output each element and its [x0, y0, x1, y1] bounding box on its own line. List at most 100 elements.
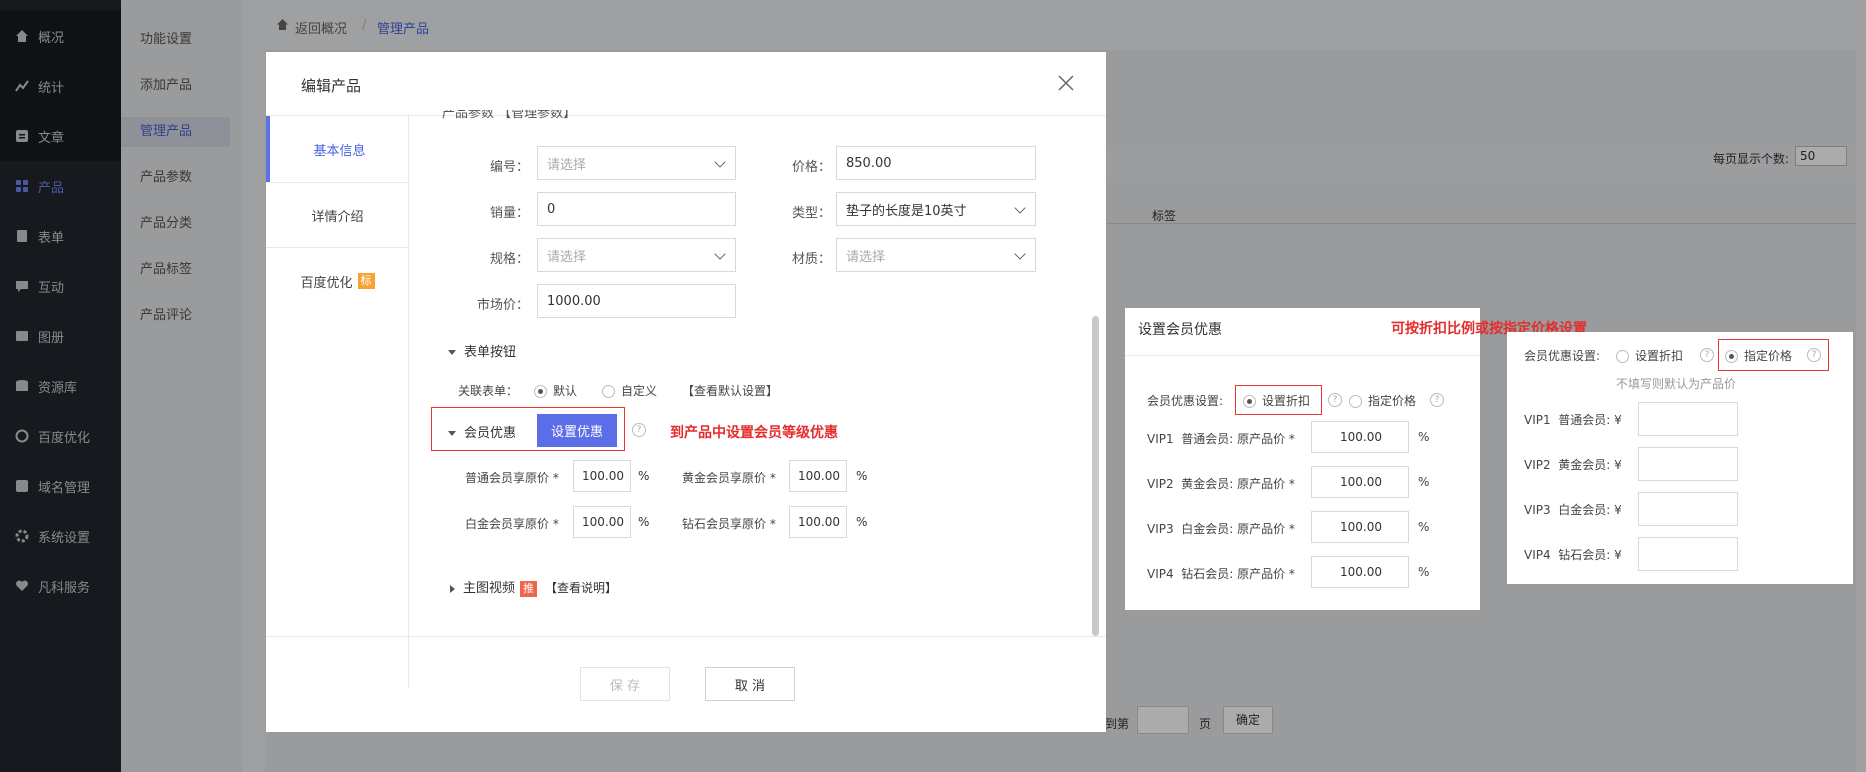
help-icon[interactable]: ? [1328, 392, 1342, 407]
percent-unit: % [638, 515, 650, 529]
modal-header: 编辑产品 [266, 52, 1106, 116]
percent-unit: % [856, 515, 868, 529]
price-hint: 不填写则默认为产品价 [1616, 377, 1737, 391]
form-section-title: 表单按钮 [464, 345, 517, 360]
vip-rate-label: VIP4 钻石会员: 原产品价 * [1147, 567, 1295, 581]
type-value: 垫子的长度是10英寸 [846, 203, 967, 219]
member-rate-input[interactable]: 100.00 [789, 460, 847, 492]
radio-default[interactable]: 默认 [534, 382, 577, 399]
tab-detail[interactable]: 详情介绍 [266, 182, 409, 248]
vip-rate-input[interactable]: 100.00 [1311, 556, 1409, 588]
help-icon[interactable]: ? [632, 422, 646, 437]
code-label: 编号： [489, 160, 529, 175]
member-section-header[interactable]: 会员优惠 [448, 422, 516, 441]
market-price-input[interactable]: 1000.00 [537, 284, 736, 318]
recommend-badge: 推 [520, 581, 538, 597]
member-rate-input[interactable]: 100.00 [573, 460, 631, 492]
save-button[interactable]: 保 存 [580, 667, 670, 701]
radio-default-label: 默认 [553, 384, 578, 398]
material-select[interactable]: 请选择 [836, 238, 1036, 272]
caret-right-icon [450, 584, 455, 593]
help-icon[interactable]: ? [1807, 347, 1821, 362]
spec-select[interactable]: 请选择 [537, 238, 736, 272]
caret-down-icon [448, 350, 456, 355]
discount-example-card: 设置会员优惠 会员优惠设置: 设置折扣 ? 指定价格 ? VIP1 普通会员: … [1125, 308, 1480, 610]
vip-rate-label: VIP1 普通会员: 原产品价 * [1147, 432, 1295, 446]
percent-unit: % [1418, 475, 1430, 489]
params-section-title: 产品参数 【管理参数】 [442, 110, 577, 121]
vip-price-label: VIP4 钻石会员: ¥ [1524, 548, 1622, 562]
type-label: 类型： [791, 206, 831, 221]
divider [1125, 355, 1480, 356]
market-price-label: 市场价： [476, 298, 529, 313]
scrollbar[interactable] [1092, 116, 1099, 636]
video-section-title: 主图视频 [463, 581, 516, 596]
radio-dot-icon [534, 385, 547, 398]
material-label: 材质： [791, 252, 831, 267]
price-example-card: 会员优惠设置: 设置折扣 ? 指定价格 ? 不填写则默认为产品价 VIP1 普通… [1507, 332, 1853, 584]
tab-label: 百度优化 [300, 275, 353, 291]
scrollbar-thumb[interactable] [1092, 316, 1099, 636]
price-setting-label: 会员优惠设置: [1524, 349, 1601, 363]
sales-label: 销量： [489, 206, 529, 221]
vip-rate-input[interactable]: 100.00 [1311, 511, 1409, 543]
chevron-down-icon [1014, 248, 1026, 260]
price-input[interactable]: 850.00 [836, 146, 1036, 180]
vip-price-label: VIP3 白金会员: ¥ [1524, 503, 1622, 517]
cancel-button[interactable]: 取 消 [705, 667, 795, 701]
member-rate-input[interactable]: 100.00 [789, 506, 847, 538]
vip-price-input[interactable] [1638, 492, 1738, 526]
tag-badge: 标 [357, 273, 375, 289]
member-rate-input[interactable]: 100.00 [573, 506, 631, 538]
radio-discount-label: 设置折扣 [1635, 349, 1684, 363]
vip-price-input[interactable] [1638, 537, 1738, 571]
radio-discount[interactable]: 设置折扣 [1243, 392, 1310, 409]
radio-custom-label: 自定义 [621, 384, 658, 398]
material-placeholder: 请选择 [846, 249, 886, 265]
radio-price[interactable]: 指定价格 [1349, 392, 1416, 409]
type-select[interactable]: 垫子的长度是10英寸 [836, 192, 1036, 226]
help-icon[interactable]: ? [1430, 392, 1444, 407]
radio-empty-icon [1616, 350, 1629, 363]
form-section-header[interactable]: 表单按钮 [448, 341, 516, 360]
vip-rate-input[interactable]: 100.00 [1311, 466, 1409, 498]
vip-price-label: VIP1 普通会员: ¥ [1524, 413, 1622, 427]
sales-input[interactable]: 0 [537, 192, 736, 226]
help-icon[interactable]: ? [1700, 347, 1714, 362]
close-icon[interactable] [1057, 74, 1075, 92]
discount-setting-label: 会员优惠设置: [1147, 394, 1224, 408]
percent-unit: % [1418, 565, 1430, 579]
discount-card-title: 设置会员优惠 [1138, 322, 1222, 338]
vip-rate-input[interactable]: 100.00 [1311, 421, 1409, 453]
radio-price[interactable]: 指定价格 [1725, 347, 1792, 364]
code-select[interactable]: 请选择 [537, 146, 736, 180]
percent-unit: % [1418, 430, 1430, 444]
member-rate-label: 黄金会员享原价 * [682, 471, 776, 485]
view-default-link[interactable]: 【查看默认设置】 [682, 382, 778, 399]
vip-rate-label: VIP2 黄金会员: 原产品价 * [1147, 477, 1295, 491]
chevron-down-icon [714, 248, 726, 260]
percent-unit: % [1418, 520, 1430, 534]
caret-down-icon [448, 431, 456, 436]
radio-dot-icon [1725, 350, 1738, 363]
tab-basic-info[interactable]: 基本信息 [266, 116, 409, 182]
set-discount-button[interactable]: 设置优惠 [537, 414, 617, 447]
footer-divider [266, 636, 1106, 637]
radio-custom[interactable]: 自定义 [602, 382, 657, 399]
tab-label: 详情介绍 [311, 209, 364, 225]
chevron-down-icon [1014, 202, 1026, 214]
percent-unit: % [856, 469, 868, 483]
vip-rate-label: VIP3 白金会员: 原产品价 * [1147, 522, 1295, 536]
spec-placeholder: 请选择 [547, 249, 587, 265]
radio-discount[interactable]: 设置折扣 [1616, 347, 1683, 364]
vip-price-input[interactable] [1638, 447, 1738, 481]
params-section-cut: 产品参数 【管理参数】 [442, 110, 842, 122]
modal-title: 编辑产品 [301, 77, 362, 95]
spec-label: 规格： [489, 252, 529, 267]
price-label: 价格： [791, 160, 831, 175]
radio-empty-icon [602, 385, 615, 398]
video-section-header[interactable]: 主图视频推【查看说明】 [450, 577, 617, 597]
vip-price-input[interactable] [1638, 402, 1738, 436]
video-help-link[interactable]: 【查看说明】 [545, 581, 617, 595]
tab-baidu-seo[interactable]: 百度优化标 [266, 248, 409, 314]
